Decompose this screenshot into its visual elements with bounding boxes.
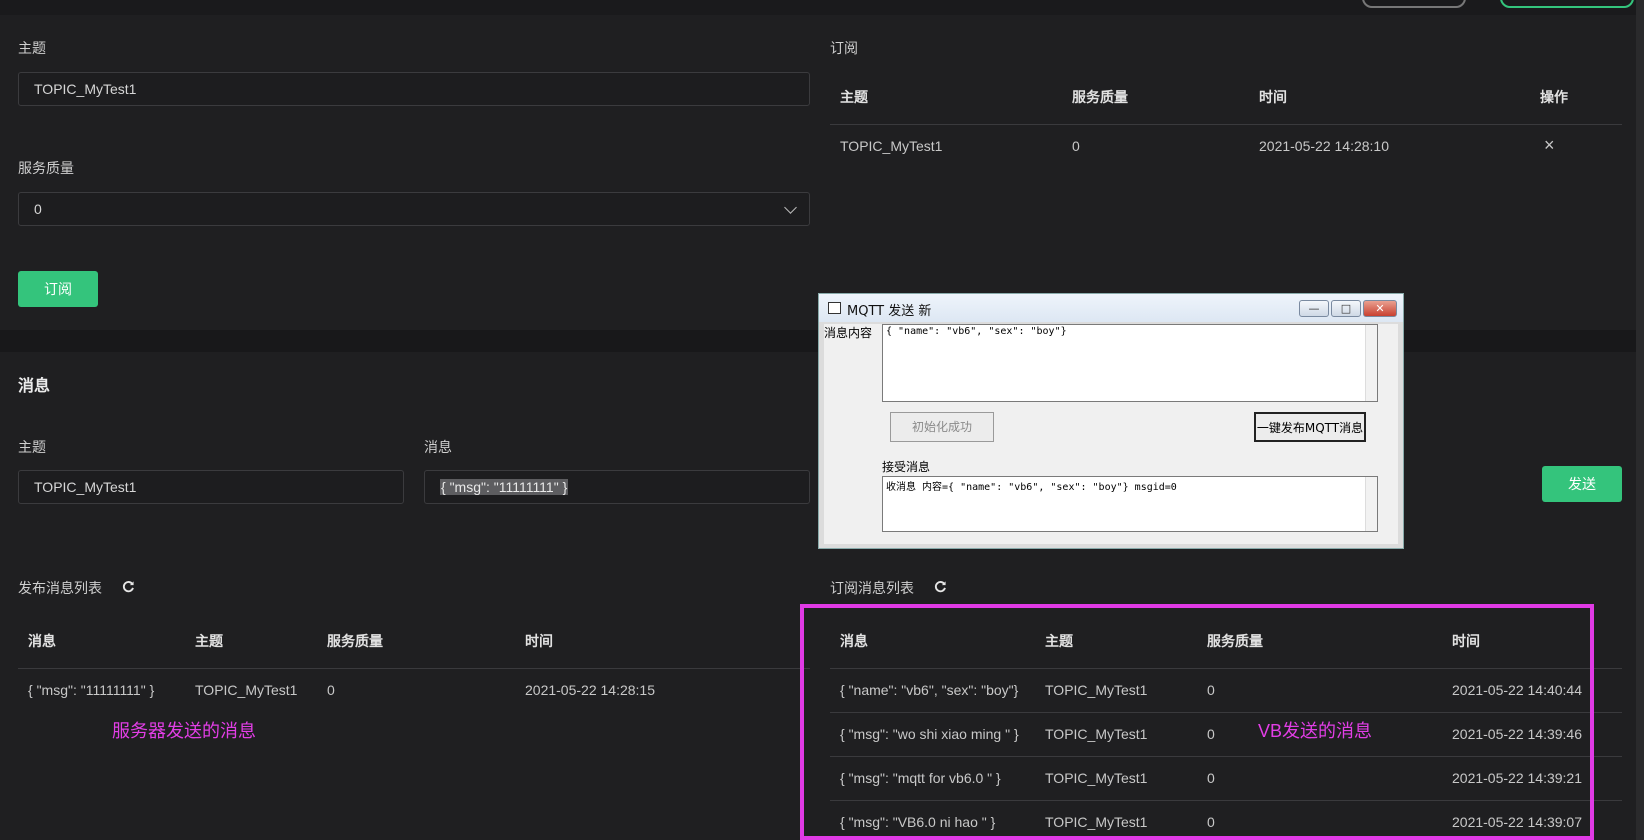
subscriptions-header-qos: 服务质量	[1072, 89, 1128, 105]
subscriptions-header-topic: 主题	[840, 89, 868, 105]
chevron-down-icon	[784, 201, 797, 214]
published-row-topic: TOPIC_MyTest1	[195, 682, 298, 698]
subscribe-topic-label: 主题	[18, 40, 46, 56]
published-row-msg: { "msg": "11111111" }	[28, 682, 155, 698]
subscriptions-divider	[830, 124, 1622, 125]
receive-label: 接受消息	[882, 460, 931, 474]
subscriptions-header-action: 操作	[1540, 89, 1568, 105]
dialog-titlebar[interactable]: MQTT 发送 新 — □ ✕	[819, 294, 1403, 322]
refresh-icon[interactable]	[122, 580, 135, 593]
top-button-outline[interactable]	[1362, 0, 1466, 8]
published-row-time: 2021-05-22 14:28:15	[525, 682, 655, 698]
close-button[interactable]: ✕	[1363, 300, 1397, 317]
dialog-title: MQTT 发送 新	[847, 304, 932, 319]
subscribe-button[interactable]: 订阅	[18, 271, 98, 307]
dialog-body: 消息内容 { "name": "vb6", "sex": "boy"} 初始化成…	[824, 324, 1398, 544]
subscribe-qos-select[interactable]: 0	[18, 192, 810, 226]
refresh-icon[interactable]	[934, 580, 947, 593]
message-body-label: 消息	[424, 439, 452, 455]
receive-textbox[interactable]: 收消息 内容={ "name": "vb6", "sex": "boy"} ms…	[882, 476, 1378, 532]
minimize-button[interactable]: —	[1299, 300, 1329, 317]
published-header-time: 时间	[525, 633, 553, 649]
subscription-qos: 0	[1072, 138, 1080, 154]
published-list-title: 发布消息列表	[18, 580, 102, 596]
message-body-input[interactable]: { "msg": "11111111" }	[424, 470, 810, 504]
subscription-topic: TOPIC_MyTest1	[840, 138, 943, 154]
receive-text: 收消息 内容={ "name": "vb6", "sex": "boy"} ms…	[886, 482, 1177, 493]
vb-mqtt-dialog: MQTT 发送 新 — □ ✕ 消息内容 { "name": "vb6", "s…	[818, 293, 1404, 549]
content-text: { "name": "vb6", "sex": "boy"}	[886, 326, 1067, 337]
page-scrollbar[interactable]	[1636, 0, 1644, 840]
app-window-icon	[828, 302, 841, 314]
top-button-green[interactable]	[1500, 0, 1634, 8]
subscribe-qos-label: 服务质量	[18, 160, 74, 176]
unsubscribe-close-icon[interactable]: ×	[1544, 135, 1555, 156]
published-header-msg: 消息	[28, 633, 56, 649]
message-topic-input[interactable]: TOPIC_MyTest1	[18, 470, 404, 504]
receive-scrollbar[interactable]	[1365, 477, 1377, 531]
message-section-title: 消息	[18, 378, 51, 395]
published-divider	[18, 668, 810, 669]
subscribe-topic-input[interactable]: TOPIC_MyTest1	[18, 72, 810, 106]
published-row-qos: 0	[327, 682, 335, 698]
published-header-qos: 服务质量	[327, 633, 383, 649]
qos-selected-value: 0	[34, 201, 42, 217]
maximize-button[interactable]: □	[1331, 300, 1361, 317]
message-topic-label: 主题	[18, 439, 46, 455]
send-button[interactable]: 发送	[1542, 466, 1622, 502]
content-textbox[interactable]: { "name": "vb6", "sex": "boy"}	[882, 324, 1378, 402]
subscriptions-title: 订阅	[830, 40, 858, 56]
published-header-topic: 主题	[195, 633, 223, 649]
content-label: 消息内容	[824, 326, 873, 340]
subscription-time: 2021-05-22 14:28:10	[1259, 138, 1389, 154]
highlight-box	[800, 604, 1594, 840]
init-button[interactable]: 初始化成功	[890, 412, 994, 442]
content-scrollbar[interactable]	[1365, 325, 1377, 401]
subscriptions-header-time: 时间	[1259, 89, 1287, 105]
top-bar	[0, 0, 1644, 15]
message-body-selected-text: { "msg": "11111111" }	[440, 479, 569, 495]
server-message-annotation: 服务器发送的消息	[112, 721, 256, 741]
publish-mqtt-button[interactable]: 一键发布MQTT消息	[1254, 412, 1366, 442]
subscribed-list-title: 订阅消息列表	[830, 580, 914, 596]
